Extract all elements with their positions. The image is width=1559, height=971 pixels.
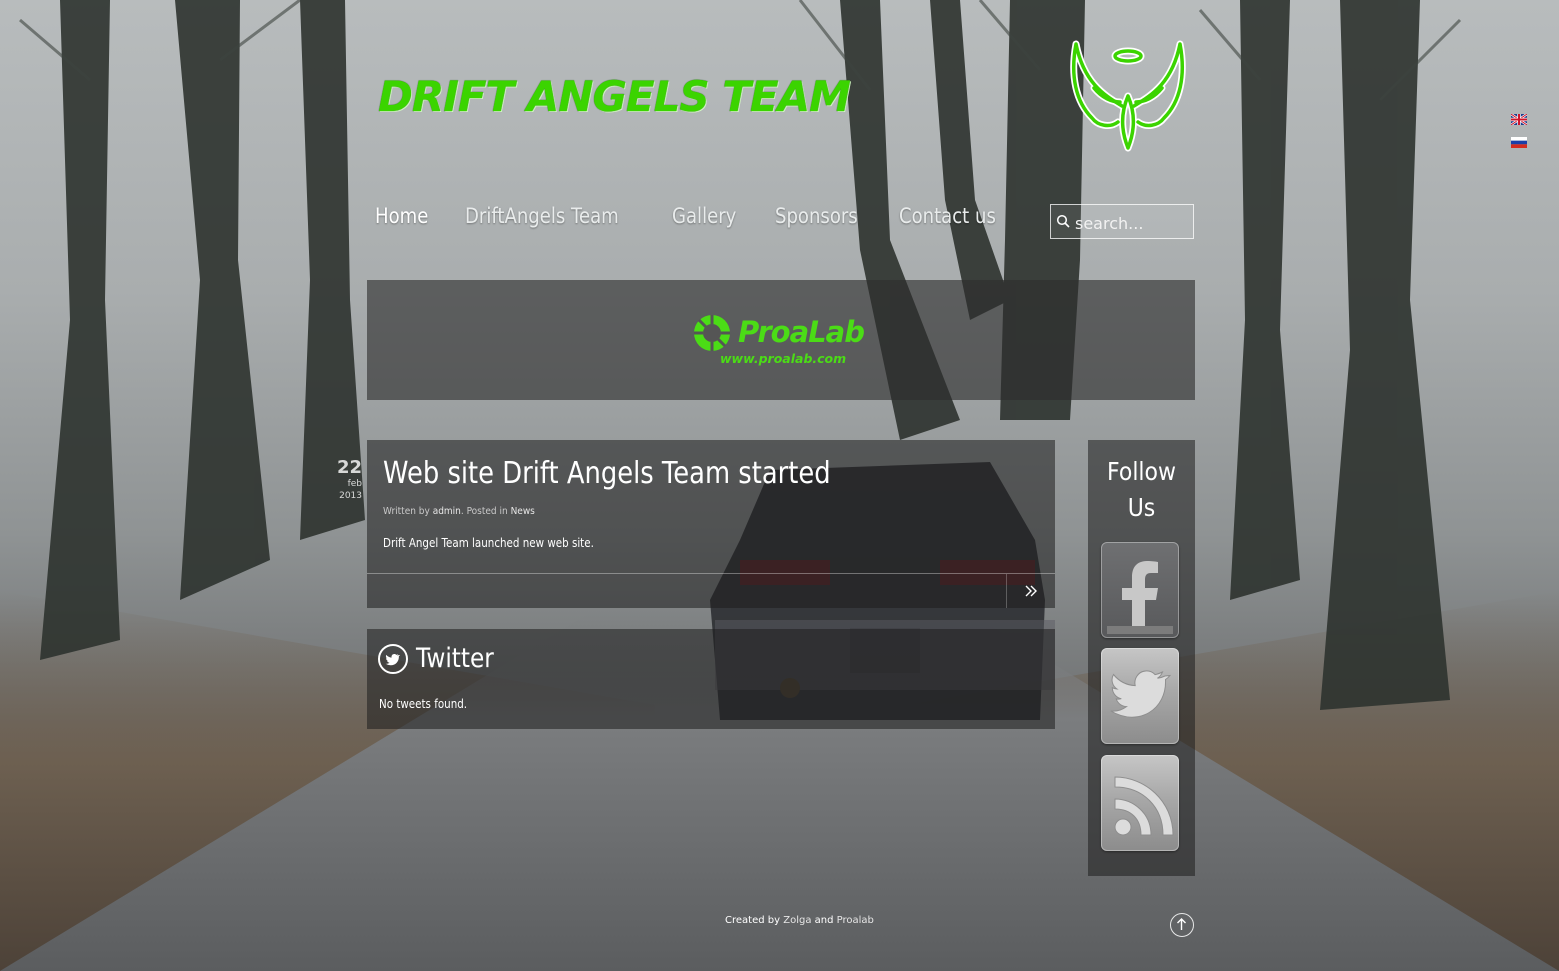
nav-item-contact-us[interactable]: Contact us xyxy=(899,204,996,228)
facebook-icon xyxy=(1101,561,1179,638)
post-date: 22 feb 2013 xyxy=(332,458,362,502)
post-divider xyxy=(367,573,1055,574)
nav-item-home[interactable]: Home xyxy=(375,204,428,228)
russia-flag-icon[interactable] xyxy=(1511,135,1527,148)
post-date-year: 2013 xyxy=(339,491,362,501)
follow-us-panel: Follow Us xyxy=(1088,440,1195,876)
post-meta: Written by admin. Posted in News xyxy=(383,506,535,517)
post-category-link[interactable]: News xyxy=(511,506,535,517)
post-body: Drift Angel Team launched new web site. xyxy=(383,536,594,550)
post-date-month: feb xyxy=(347,479,362,489)
post-title[interactable]: Web site Drift Angels Team started xyxy=(383,456,831,491)
post-meta-posted-in: . Posted in xyxy=(460,506,508,517)
post-meta-written-by: Written by xyxy=(383,506,430,517)
post-date-day: 22 xyxy=(336,457,362,478)
nav-item-gallery[interactable]: Gallery xyxy=(672,204,736,228)
twitter-heading: Twitter xyxy=(416,643,494,674)
footer-created-by: Created by xyxy=(725,915,781,926)
footer-author-zolga[interactable]: Zolga xyxy=(783,915,811,926)
twitter-bird-icon xyxy=(378,644,408,674)
site-title[interactable]: DRIFT ANGELS TEAM xyxy=(378,72,851,121)
proalab-emblem-icon xyxy=(694,315,730,351)
twitter-empty-text: No tweets found. xyxy=(379,697,468,711)
footer-author-proalab[interactable]: Proalab xyxy=(837,915,874,926)
nav-item-driftangels-team[interactable]: DriftAngels Team xyxy=(465,204,619,228)
uk-flag-icon[interactable] xyxy=(1510,112,1528,126)
search-icon xyxy=(1056,214,1070,233)
proalab-name: ProaLab xyxy=(738,315,865,349)
search-input[interactable] xyxy=(1073,210,1192,236)
double-chevron-right-icon xyxy=(1024,579,1038,601)
rss-icon xyxy=(1101,776,1179,851)
back-to-top-button[interactable] xyxy=(1170,913,1194,937)
read-more-button[interactable] xyxy=(1006,574,1055,608)
nav-item-sponsors[interactable]: Sponsors xyxy=(775,204,858,228)
facebook-button[interactable] xyxy=(1101,542,1179,638)
news-post: Web site Drift Angels Team started Writt… xyxy=(367,440,1055,608)
rss-button[interactable] xyxy=(1101,755,1179,851)
twitter-button[interactable] xyxy=(1101,648,1179,744)
search-box xyxy=(1050,204,1194,239)
proalab-url: www.proalab.com xyxy=(720,351,847,366)
angel-logo[interactable] xyxy=(1066,36,1190,160)
footer-and: and xyxy=(814,915,834,926)
twitter-icon xyxy=(1101,670,1179,744)
footer-credits: Created by Zolga and Proalab xyxy=(725,915,874,926)
twitter-widget: Twitter No tweets found. xyxy=(367,629,1055,729)
follow-us-title: Follow Us xyxy=(1106,457,1176,522)
post-author-link[interactable]: admin xyxy=(433,506,461,517)
main-nav: Home DriftAngels Team Gallery Sponsors C… xyxy=(375,204,1011,228)
